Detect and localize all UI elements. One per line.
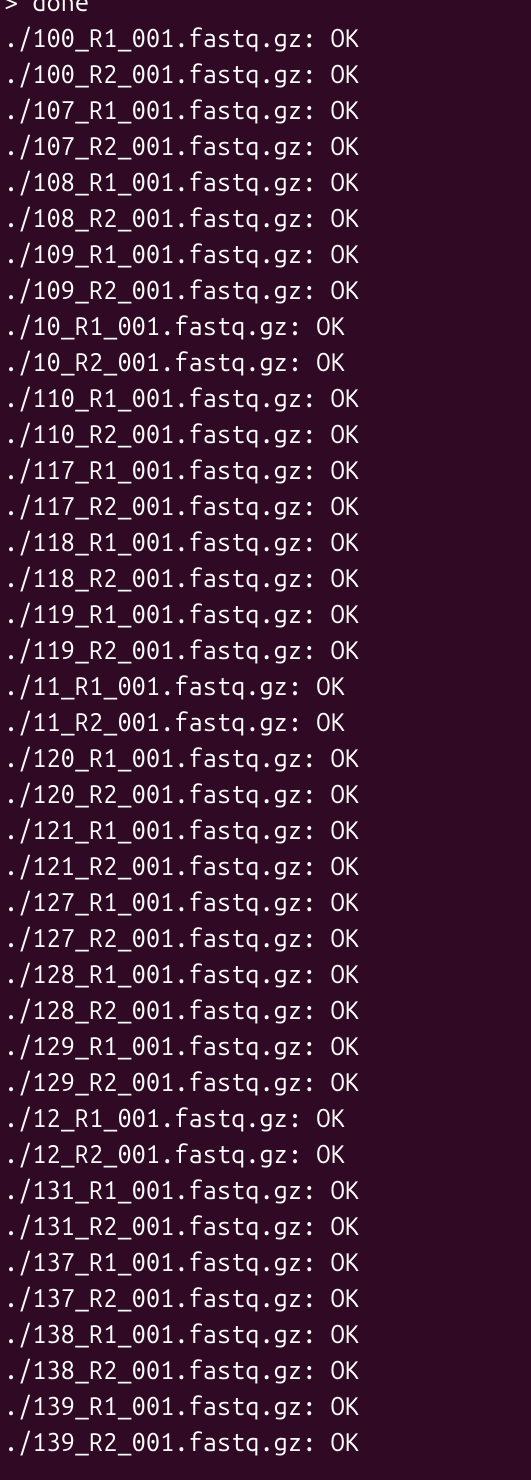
prompt-line: > done: [4, 0, 527, 20]
result-line: ./129_R1_001.fastq.gz: OK: [4, 1028, 527, 1064]
result-line: ./127_R2_001.fastq.gz: OK: [4, 920, 527, 956]
result-line: ./109_R1_001.fastq.gz: OK: [4, 236, 527, 272]
result-line: ./118_R2_001.fastq.gz: OK: [4, 560, 527, 596]
result-line: ./110_R1_001.fastq.gz: OK: [4, 380, 527, 416]
result-line: ./131_R2_001.fastq.gz: OK: [4, 1208, 527, 1244]
result-line: ./107_R2_001.fastq.gz: OK: [4, 128, 527, 164]
result-line: ./10_R2_001.fastq.gz: OK: [4, 344, 527, 380]
result-line: ./117_R1_001.fastq.gz: OK: [4, 452, 527, 488]
result-line: ./107_R1_001.fastq.gz: OK: [4, 92, 527, 128]
result-line: ./137_R1_001.fastq.gz: OK: [4, 1244, 527, 1280]
result-line: ./137_R2_001.fastq.gz: OK: [4, 1280, 527, 1316]
result-line: ./10_R1_001.fastq.gz: OK: [4, 308, 527, 344]
result-line: ./12_R2_001.fastq.gz: OK: [4, 1136, 527, 1172]
result-line: ./128_R1_001.fastq.gz: OK: [4, 956, 527, 992]
result-line: ./139_R2_001.fastq.gz: OK: [4, 1424, 527, 1460]
result-line: ./138_R2_001.fastq.gz: OK: [4, 1352, 527, 1388]
result-line: ./100_R1_001.fastq.gz: OK: [4, 20, 527, 56]
result-line: ./117_R2_001.fastq.gz: OK: [4, 488, 527, 524]
result-line: ./139_R1_001.fastq.gz: OK: [4, 1388, 527, 1424]
result-line: ./11_R1_001.fastq.gz: OK: [4, 668, 527, 704]
results-container: ./100_R1_001.fastq.gz: OK./100_R2_001.fa…: [4, 20, 527, 1460]
result-line: ./120_R1_001.fastq.gz: OK: [4, 740, 527, 776]
result-line: ./121_R1_001.fastq.gz: OK: [4, 812, 527, 848]
terminal-output[interactable]: > done./100_R1_001.fastq.gz: OK./100_R2_…: [0, 0, 531, 1460]
result-line: ./118_R1_001.fastq.gz: OK: [4, 524, 527, 560]
result-line: ./120_R2_001.fastq.gz: OK: [4, 776, 527, 812]
result-line: ./119_R1_001.fastq.gz: OK: [4, 596, 527, 632]
result-line: ./100_R2_001.fastq.gz: OK: [4, 56, 527, 92]
result-line: ./129_R2_001.fastq.gz: OK: [4, 1064, 527, 1100]
result-line: ./110_R2_001.fastq.gz: OK: [4, 416, 527, 452]
result-line: ./128_R2_001.fastq.gz: OK: [4, 992, 527, 1028]
result-line: ./108_R1_001.fastq.gz: OK: [4, 164, 527, 200]
result-line: ./108_R2_001.fastq.gz: OK: [4, 200, 527, 236]
result-line: ./138_R1_001.fastq.gz: OK: [4, 1316, 527, 1352]
result-line: ./109_R2_001.fastq.gz: OK: [4, 272, 527, 308]
result-line: ./119_R2_001.fastq.gz: OK: [4, 632, 527, 668]
result-line: ./12_R1_001.fastq.gz: OK: [4, 1100, 527, 1136]
result-line: ./127_R1_001.fastq.gz: OK: [4, 884, 527, 920]
result-line: ./11_R2_001.fastq.gz: OK: [4, 704, 527, 740]
result-line: ./131_R1_001.fastq.gz: OK: [4, 1172, 527, 1208]
result-line: ./121_R2_001.fastq.gz: OK: [4, 848, 527, 884]
